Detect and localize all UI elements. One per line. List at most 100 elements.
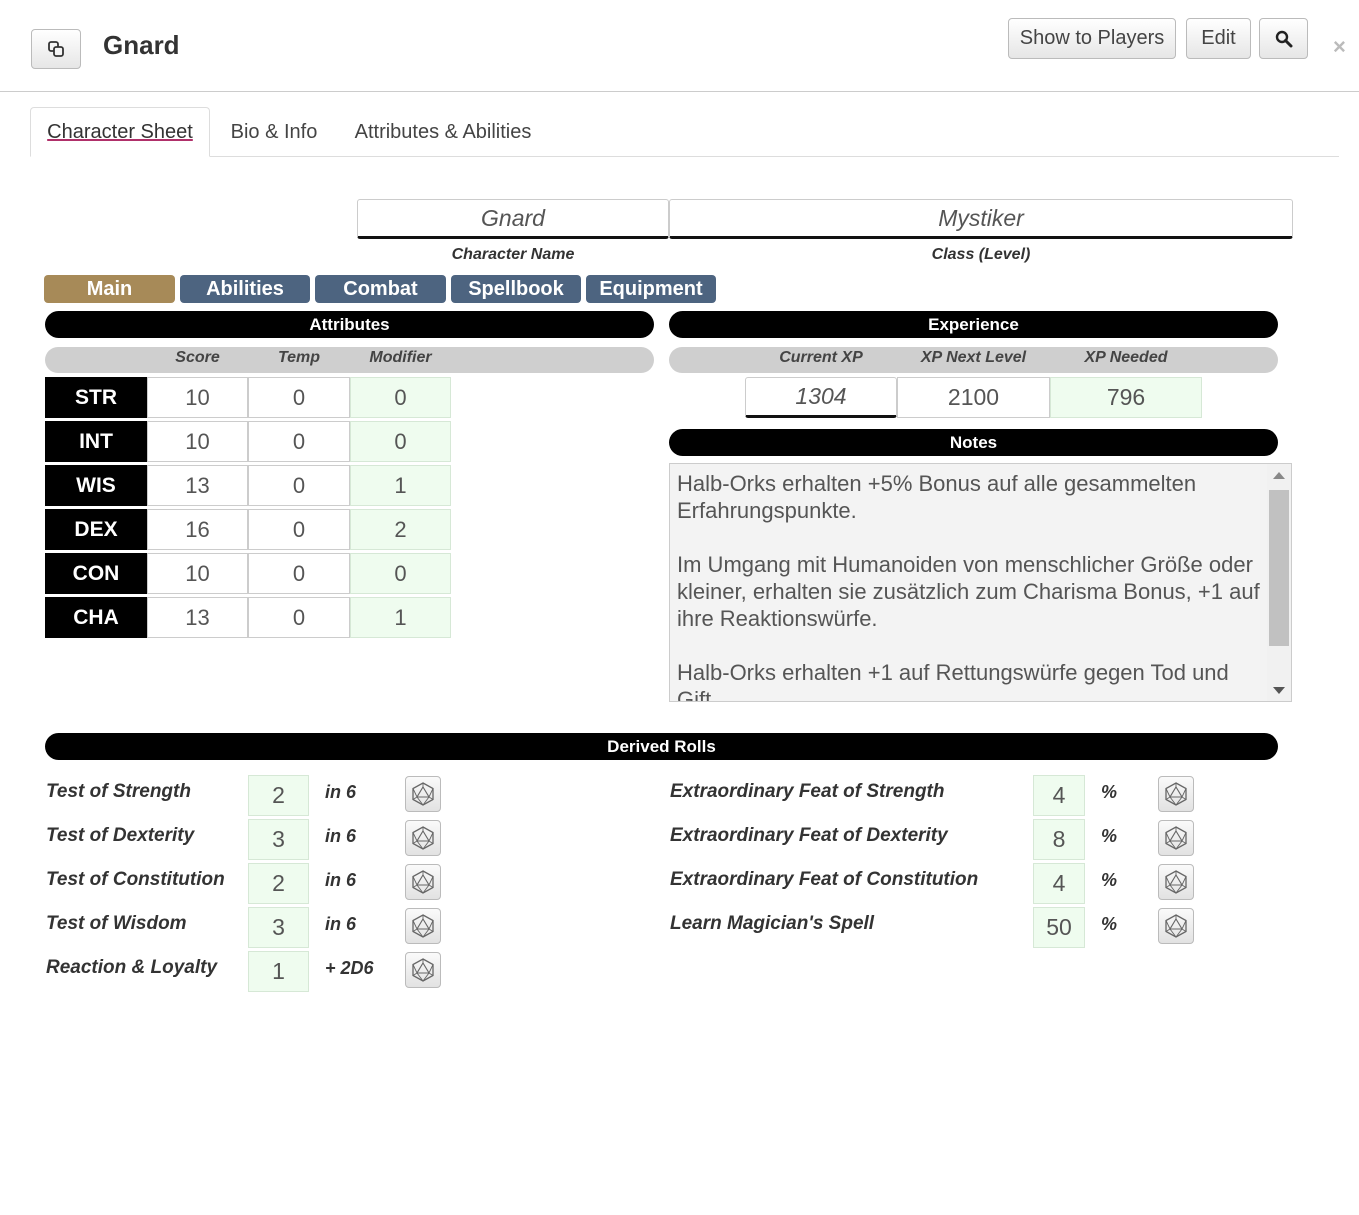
character-name-field[interactable]: Gnard: [357, 199, 669, 239]
class-level-field[interactable]: Mystiker: [669, 199, 1293, 239]
roll-button-test-of-constitution[interactable]: [405, 864, 441, 900]
roll-button-feat-of-dexterity[interactable]: [1158, 820, 1194, 856]
show-to-players-button[interactable]: Show to Players: [1008, 18, 1176, 59]
column-header-current-xp: Current XP: [779, 349, 863, 366]
attribute-modifier-dex: 2: [350, 509, 451, 550]
notes-text: Halb-Orks erhalten +5% Bonus auf alle ge…: [677, 471, 1260, 702]
attribute-score-cha[interactable]: 13: [147, 597, 248, 638]
attribute-temp-int[interactable]: 0: [248, 421, 350, 462]
roll-value-test-of-constitution: 2: [248, 863, 309, 904]
d20-dice-icon: [1165, 782, 1187, 806]
roll-button-test-of-dexterity[interactable]: [405, 820, 441, 856]
roll-value-test-of-strength: 2: [248, 775, 309, 816]
section-tab-main[interactable]: Main: [44, 275, 175, 303]
attribute-label-int: INT: [45, 421, 147, 462]
roll-suffix: %: [1101, 870, 1118, 890]
roll-value-reaction-loyalty: 1: [248, 951, 309, 992]
attribute-score-con[interactable]: 10: [147, 553, 248, 594]
attribute-label-con: CON: [45, 553, 147, 594]
attribute-temp-wis[interactable]: 0: [248, 465, 350, 506]
xp-next-level-value: 2100: [897, 377, 1050, 418]
edit-button[interactable]: Edit: [1186, 18, 1251, 59]
d20-dice-icon: [412, 958, 434, 982]
d20-dice-icon: [412, 826, 434, 850]
roll-button-test-of-strength[interactable]: [405, 776, 441, 812]
d20-dice-icon: [1165, 870, 1187, 894]
tab-bar: Character Sheet Bio & Info Attributes & …: [30, 107, 1339, 157]
attribute-modifier-int: 0: [350, 421, 451, 462]
attribute-temp-con[interactable]: 0: [248, 553, 350, 594]
scroll-up-arrow-icon[interactable]: [1273, 472, 1285, 479]
character-name-label: Character Name: [451, 246, 575, 263]
scroll-down-arrow-icon[interactable]: [1273, 687, 1285, 694]
tab-character-sheet[interactable]: Character Sheet: [30, 107, 210, 157]
roll-button-reaction-loyalty[interactable]: [405, 952, 441, 988]
notes-scrollbar[interactable]: [1267, 464, 1291, 701]
roll-label-reaction-loyalty: Reaction & Loyalty: [46, 957, 218, 978]
section-tab-abilities[interactable]: Abilities: [180, 275, 310, 303]
current-xp-field[interactable]: 1304: [745, 377, 897, 418]
popout-button[interactable]: [31, 29, 81, 69]
d20-dice-icon: [412, 870, 434, 894]
attribute-score-int[interactable]: 10: [147, 421, 248, 462]
notes-header: Notes: [669, 429, 1278, 456]
notes-textarea[interactable]: Halb-Orks erhalten +5% Bonus auf alle ge…: [669, 463, 1292, 702]
roll-button-learn-magicians-spell[interactable]: [1158, 908, 1194, 944]
roll-button-feat-of-constitution[interactable]: [1158, 864, 1194, 900]
roll-label-test-of-wisdom: Test of Wisdom: [46, 913, 187, 934]
tab-attributes-abilities[interactable]: Attributes & Abilities: [348, 107, 538, 157]
attributes-header: Attributes: [45, 311, 654, 338]
attribute-label-cha: CHA: [45, 597, 147, 638]
attribute-label-str: STR: [45, 377, 147, 418]
xp-needed-value: 796: [1050, 377, 1202, 418]
d20-dice-icon: [1165, 826, 1187, 850]
attribute-modifier-wis: 1: [350, 465, 451, 506]
roll-value-feat-of-constitution: 4: [1033, 863, 1085, 904]
section-tab-combat[interactable]: Combat: [315, 275, 446, 303]
roll-value-learn-magicians-spell: 50: [1033, 907, 1085, 948]
column-header-modifier: Modifier: [369, 349, 432, 366]
attribute-temp-dex[interactable]: 0: [248, 509, 350, 550]
attribute-score-str[interactable]: 10: [147, 377, 248, 418]
roll-label-feat-of-constitution: Extraordinary Feat of Constitution: [670, 869, 979, 890]
roll-label-test-of-dexterity: Test of Dexterity: [46, 825, 195, 846]
experience-header: Experience: [669, 311, 1278, 338]
attribute-label-wis: WIS: [45, 465, 147, 506]
d20-dice-icon: [412, 914, 434, 938]
roll-suffix: in 6: [325, 782, 357, 802]
column-header-xp-next-level: XP Next Level: [920, 349, 1027, 366]
roll-suffix: %: [1101, 782, 1118, 802]
roll-label-test-of-constitution: Test of Constitution: [46, 869, 225, 890]
roll-button-feat-of-strength[interactable]: [1158, 776, 1194, 812]
search-icon: [1275, 30, 1292, 47]
derived-rolls-header: Derived Rolls: [45, 733, 1278, 760]
attribute-temp-cha[interactable]: 0: [248, 597, 350, 638]
roll-suffix: + 2D6: [325, 958, 374, 978]
attribute-temp-str[interactable]: 0: [248, 377, 350, 418]
search-button[interactable]: [1259, 18, 1308, 59]
attribute-modifier-cha: 1: [350, 597, 451, 638]
section-tab-equipment[interactable]: Equipment: [586, 275, 716, 303]
page-title: Gnard: [103, 30, 180, 60]
attribute-score-dex[interactable]: 16: [147, 509, 248, 550]
close-icon[interactable]: ×: [1333, 34, 1346, 60]
tab-bio-info[interactable]: Bio & Info: [220, 107, 328, 157]
roll-label-learn-magicians-spell: Learn Magician's Spell: [670, 913, 875, 934]
roll-value-feat-of-dexterity: 8: [1033, 819, 1085, 860]
scroll-thumb[interactable]: [1269, 490, 1289, 646]
roll-button-test-of-wisdom[interactable]: [405, 908, 441, 944]
roll-suffix: in 6: [325, 826, 357, 846]
column-header-temp: Temp: [277, 349, 321, 366]
d20-dice-icon: [1165, 914, 1187, 938]
roll-suffix: in 6: [325, 870, 357, 890]
roll-suffix: %: [1101, 826, 1118, 846]
roll-suffix: in 6: [325, 914, 357, 934]
roll-label-test-of-strength: Test of Strength: [46, 781, 191, 802]
attribute-modifier-str: 0: [350, 377, 451, 418]
roll-label-feat-of-strength: Extraordinary Feat of Strength: [670, 781, 945, 802]
d20-dice-icon: [412, 782, 434, 806]
roll-value-feat-of-strength: 4: [1033, 775, 1085, 816]
attribute-score-wis[interactable]: 13: [147, 465, 248, 506]
attribute-modifier-con: 0: [350, 553, 451, 594]
section-tab-spellbook[interactable]: Spellbook: [451, 275, 581, 303]
